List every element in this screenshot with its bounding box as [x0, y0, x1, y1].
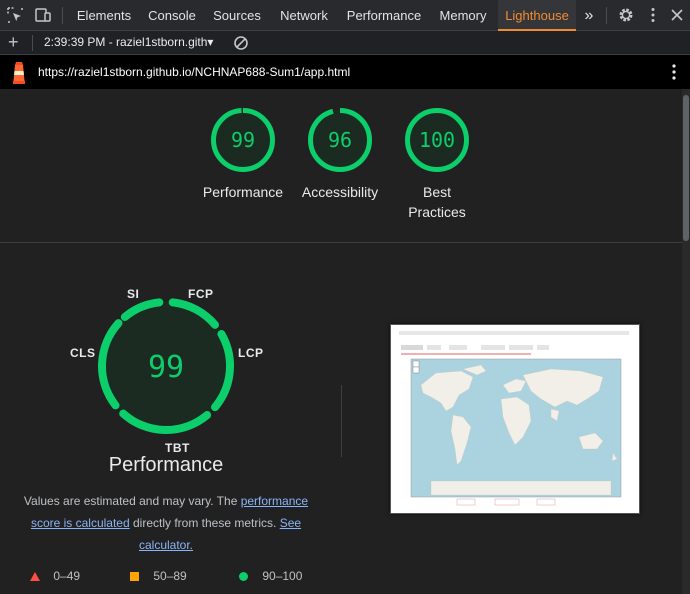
note-text: Values are estimated and may vary. The [23, 494, 241, 508]
tab-memory[interactable]: Memory [432, 0, 494, 31]
report-url-bar: https://raziel1stborn.github.io/NCHNAP68… [0, 55, 690, 89]
report-menu-icon[interactable] [667, 63, 681, 81]
vertical-scrollbar[interactable] [682, 89, 690, 594]
toolbar-separator [32, 35, 33, 51]
legend-average: 50–89 [130, 569, 187, 583]
tab-performance[interactable]: Performance [340, 0, 428, 31]
report-selector-label: 2:39:39 PM - raziel1stborn.gith [44, 35, 208, 49]
metric-label-lcp[interactable]: LCP [238, 346, 264, 360]
metric-label-fcp[interactable]: FCP [188, 287, 214, 301]
metric-label-cls[interactable]: CLS [70, 346, 96, 360]
performance-metrics-gauge: 99 [98, 298, 234, 434]
new-report-button[interactable]: + [8, 32, 19, 53]
devtools-tab-bar: Elements Console Sources Network Perform… [0, 0, 690, 31]
square-icon [130, 572, 139, 581]
legend-range: 0–49 [53, 569, 81, 583]
gauge-score: 99 [231, 128, 255, 152]
device-toolbar-icon[interactable] [34, 6, 52, 24]
tab-network[interactable]: Network [272, 0, 336, 31]
tab-separator [62, 7, 63, 24]
tab-elements[interactable]: Elements [70, 0, 138, 31]
tab-separator [606, 7, 607, 24]
triangle-icon [30, 572, 40, 581]
tab-console[interactable]: Console [140, 0, 204, 31]
tab-lighthouse[interactable]: Lighthouse [498, 0, 576, 31]
vertical-divider [341, 385, 342, 457]
inspect-element-icon[interactable] [6, 6, 24, 24]
gauge-label-line1: Best [422, 184, 451, 200]
chevron-down-icon: ▾ [207, 35, 214, 49]
report-url[interactable]: https://raziel1stborn.github.io/NCHNAP68… [38, 65, 350, 79]
gauge-label-line2: Practices [408, 204, 466, 220]
more-tabs-button[interactable]: » [578, 0, 600, 31]
performance-score: 99 [148, 350, 184, 385]
scrollbar-thumb[interactable] [683, 95, 689, 241]
metric-label-tbt[interactable]: TBT [165, 441, 190, 455]
performance-title: Performance [108, 454, 224, 476]
note-text: directly from these metrics. [129, 516, 280, 530]
settings-gear-icon[interactable] [617, 6, 635, 24]
clear-all-icon[interactable] [233, 35, 249, 51]
gauge-ring: 96 [308, 108, 372, 172]
circle-icon [239, 572, 248, 581]
page-screenshot-image [391, 325, 639, 513]
gauge-score: 100 [419, 128, 455, 152]
tab-sources[interactable]: Sources [206, 0, 268, 31]
lighthouse-toolbar: + 2:39:39 PM - raziel1stborn.gith▾ [0, 31, 690, 55]
close-icon[interactable] [668, 6, 686, 24]
more-options-icon[interactable] [644, 6, 662, 24]
section-divider [0, 242, 682, 243]
lighthouse-logo-icon [13, 62, 25, 84]
gauge-ring: 99 [211, 108, 275, 172]
gauge-ring: 100 [405, 108, 469, 172]
legend-range: 50–89 [153, 569, 187, 583]
score-note: Values are estimated and may vary. The p… [16, 490, 316, 556]
legend-range: 90–100 [262, 569, 303, 583]
legend-fail: 0–49 [30, 569, 80, 583]
metric-label-si[interactable]: SI [127, 287, 139, 301]
gauge-score: 96 [328, 128, 352, 152]
legend-pass: 90–100 [239, 569, 302, 583]
final-screenshot-thumbnail[interactable] [390, 324, 640, 514]
report-selector[interactable]: 2:39:39 PM - raziel1stborn.gith▾ [44, 35, 213, 49]
